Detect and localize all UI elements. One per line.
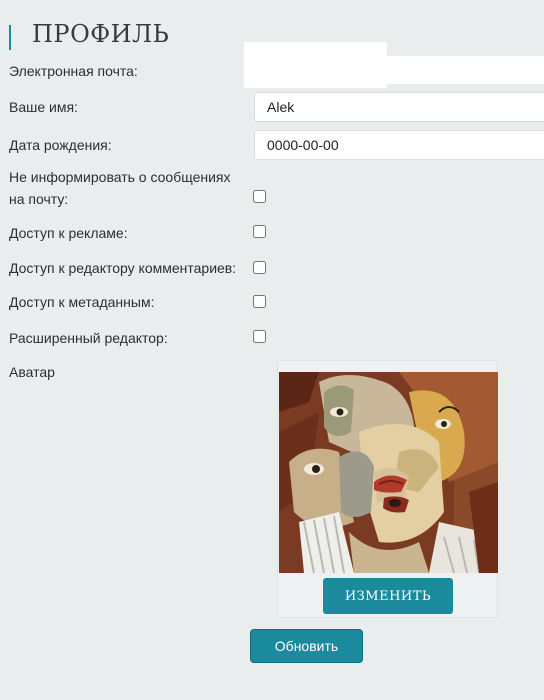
email-label: Электронная почта:: [9, 63, 138, 79]
option-checkbox-no-email-notifications[interactable]: [253, 190, 266, 203]
title-accent-bar: [9, 25, 11, 50]
option-label-no-email-notifications: Не информировать о сообщениях на почту:: [9, 169, 231, 207]
avatar-card: ИЗМЕНИТЬ: [277, 360, 498, 618]
option-checkbox-ads-access[interactable]: [253, 225, 266, 238]
option-label-metadata-access: Доступ к метаданным:: [9, 294, 155, 310]
option-checkbox-comment-editor-access[interactable]: [253, 261, 266, 274]
option-label-advanced-editor: Расширенный редактор:: [9, 330, 168, 346]
birthdate-label: Дата рождения:: [9, 137, 112, 153]
change-avatar-button[interactable]: ИЗМЕНИТЬ: [323, 578, 453, 614]
option-label-comment-editor-access: Доступ к редактору комментариев:: [9, 260, 237, 276]
avatar-portrait-image: [279, 372, 498, 573]
option-checkbox-metadata-access[interactable]: [253, 295, 266, 308]
birthdate-field[interactable]: [254, 130, 544, 160]
option-label-ads-access: Доступ к рекламе:: [9, 225, 128, 241]
page-title: ПРОФИЛЬ: [32, 20, 170, 48]
name-field[interactable]: [254, 92, 544, 122]
avatar: [279, 372, 498, 573]
option-checkbox-advanced-editor[interactable]: [253, 330, 266, 343]
name-label: Ваше имя:: [9, 99, 78, 115]
email-field-mask: [244, 42, 387, 88]
update-button[interactable]: Обновить: [250, 629, 363, 663]
avatar-label: Аватар: [9, 364, 55, 380]
